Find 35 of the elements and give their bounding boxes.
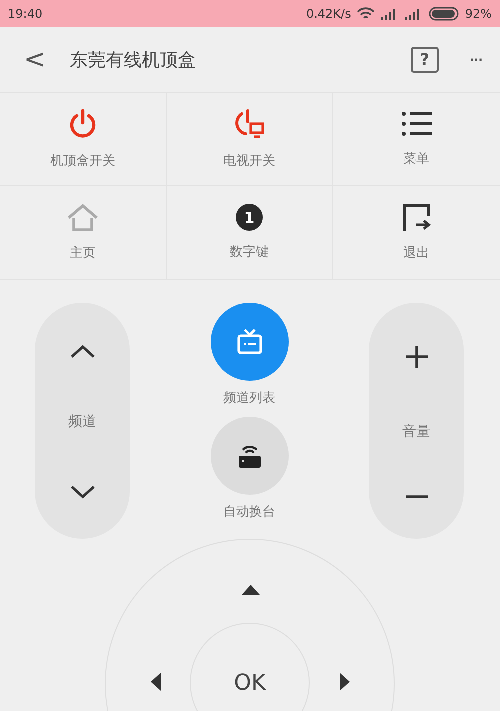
status-time: 19:40	[8, 6, 43, 20]
battery-percent: 92%	[465, 6, 492, 20]
battery-icon	[429, 6, 460, 20]
minus-icon[interactable]	[404, 495, 428, 499]
more-button[interactable]: ···	[468, 48, 482, 72]
down-chevron-icon[interactable]	[70, 485, 96, 499]
up-arrow-icon[interactable]	[242, 585, 260, 595]
button-label: 自动换台	[224, 504, 276, 521]
channel-rocker[interactable]: 频道	[35, 303, 130, 539]
button-label: 菜单	[404, 151, 430, 168]
button-label: 机顶盒开关	[50, 153, 116, 170]
rocker-label: 频道	[68, 413, 96, 431]
button-label: 退出	[404, 244, 430, 262]
help-button[interactable]: ?	[410, 46, 439, 72]
tv-icon	[236, 328, 264, 356]
dpad-ring[interactable]: OK	[105, 539, 395, 711]
list-icon[interactable]	[400, 110, 433, 138]
left-arrow-icon[interactable]	[151, 673, 161, 691]
button-label: 电视开关	[223, 153, 276, 170]
up-chevron-icon[interactable]	[70, 345, 96, 359]
back-button[interactable]: <	[20, 44, 50, 74]
number-icon[interactable]: 1	[236, 204, 263, 231]
wifi-icon	[357, 6, 376, 20]
plus-icon[interactable]	[404, 345, 428, 369]
page-title: 东莞有线机顶盒	[70, 48, 197, 72]
rocker-label: 音量	[402, 423, 430, 441]
volume-rocker[interactable]: 音量	[369, 303, 464, 539]
ok-button[interactable]: OK	[190, 623, 310, 711]
exit-icon[interactable]	[402, 204, 432, 232]
button-label: 数字键	[230, 244, 269, 261]
right-arrow-icon[interactable]	[340, 673, 350, 691]
button-label: 主页	[70, 244, 96, 262]
network-speed: 0.42K/s	[306, 6, 352, 20]
button-label: 频道列表	[224, 390, 276, 407]
tv-power-icon[interactable]	[233, 108, 266, 140]
